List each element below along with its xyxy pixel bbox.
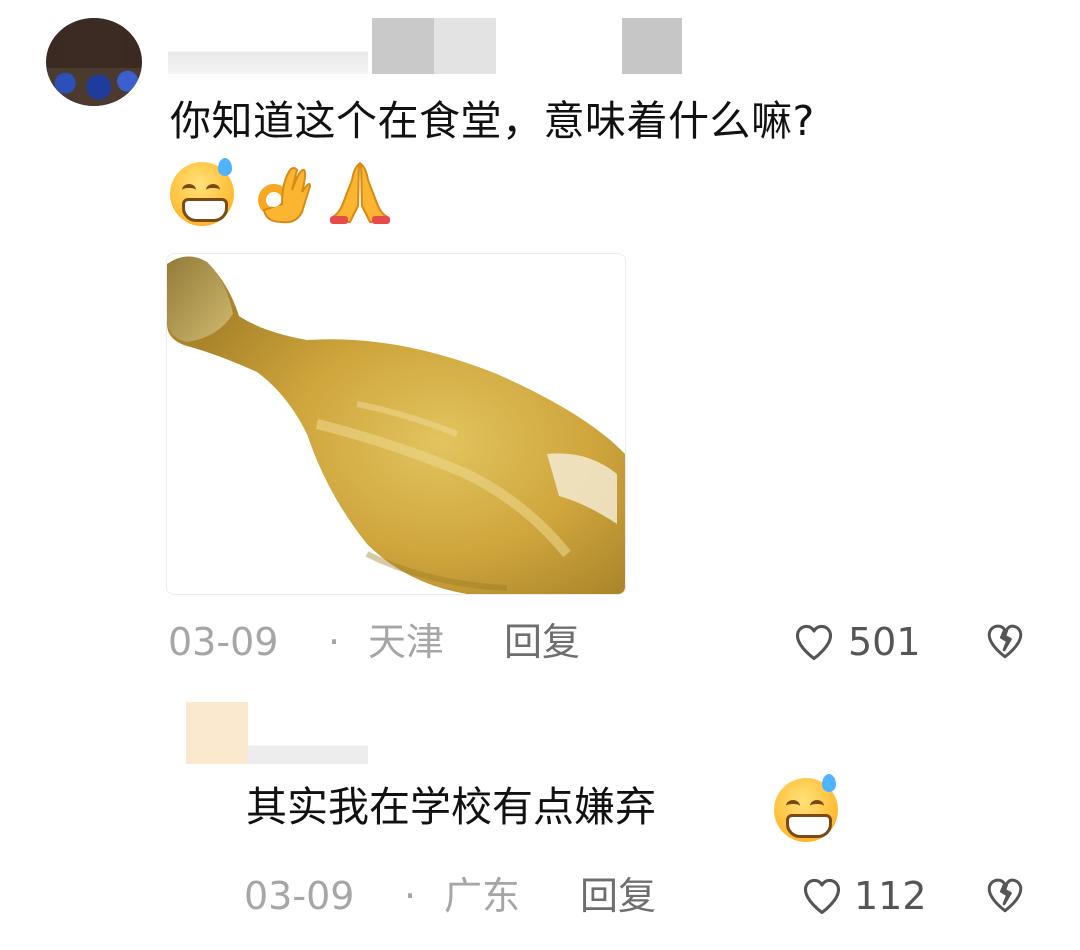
reply-commenter-avatar[interactable] — [186, 702, 248, 764]
comment-date: 03-09 — [244, 874, 355, 918]
like-heart-icon[interactable] — [792, 620, 836, 664]
folded-hands-emoji — [324, 158, 396, 230]
blurred-username-block — [622, 18, 682, 74]
blurred-username-block — [434, 18, 496, 74]
meta-separator: · — [328, 620, 341, 664]
avatar-image-crowd — [46, 68, 142, 106]
like-count: 112 — [854, 874, 927, 918]
comment-date: 03-09 — [168, 620, 279, 664]
chicken-drumstick-photo[interactable] — [166, 253, 626, 595]
grinning-sweat-emoji — [168, 158, 240, 230]
comment-location: 广东 — [444, 874, 521, 918]
dislike-broken-heart-icon[interactable] — [984, 874, 1026, 916]
blurred-username-block — [372, 18, 434, 74]
dislike-broken-heart-icon[interactable] — [984, 620, 1026, 662]
emoji-row — [168, 158, 396, 230]
blurred-username[interactable] — [248, 702, 368, 764]
comment-location: 天津 — [368, 620, 445, 664]
blurred-username[interactable] — [168, 18, 368, 74]
commenter-avatar[interactable] — [46, 18, 142, 106]
like-heart-icon[interactable] — [800, 874, 844, 918]
reply-comment-text: 其实我在学校有点嫌弃 — [246, 783, 656, 831]
reply-button[interactable]: 回复 — [504, 618, 580, 666]
like-count: 501 — [848, 620, 921, 664]
ok-hand-emoji — [246, 158, 318, 230]
meta-separator: · — [404, 874, 417, 918]
grinning-sweat-emoji — [772, 774, 844, 846]
reply-button[interactable]: 回复 — [580, 872, 656, 920]
comment-text: 你知道这个在食堂，意味着什么嘛? — [170, 97, 815, 145]
avatar-image-part — [64, 18, 124, 74]
